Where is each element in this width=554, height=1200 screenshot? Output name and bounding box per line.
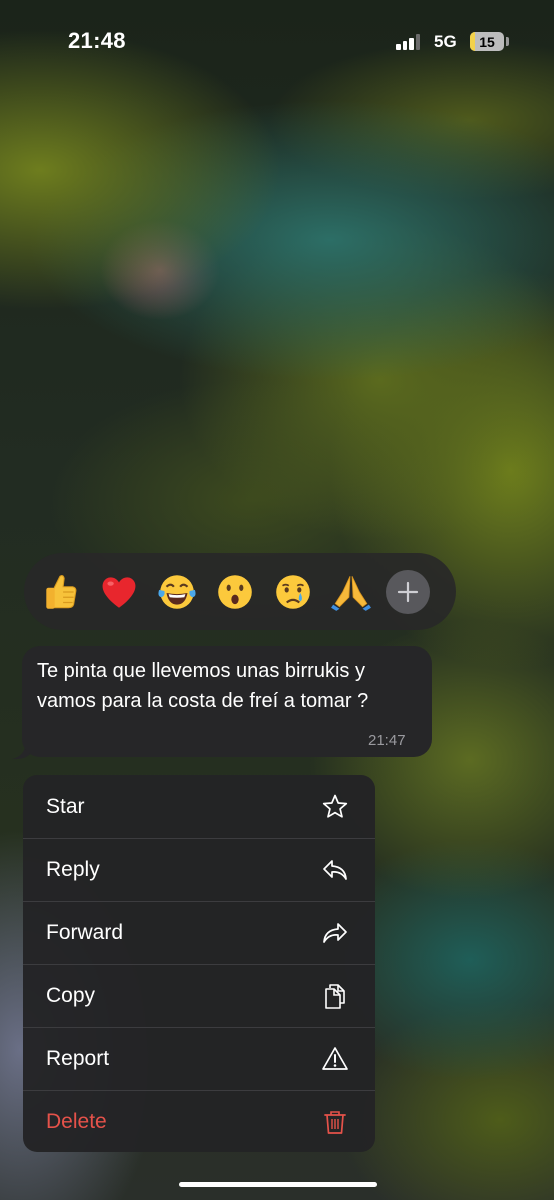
heart-icon (102, 576, 136, 608)
folded-hands-icon (331, 575, 371, 611)
status-bar: 21:48 5G 15 (0, 0, 554, 84)
menu-item-label: Reply (46, 858, 100, 881)
reply-icon (321, 856, 349, 884)
reaction-bar (24, 553, 456, 630)
star-icon (321, 793, 349, 821)
home-indicator[interactable] (179, 1182, 377, 1187)
plus-icon (397, 581, 419, 602)
warning-icon (321, 1045, 349, 1073)
battery-level: 15 (479, 33, 495, 50)
copy-icon (321, 982, 349, 1010)
menu-item-star[interactable]: Star (23, 775, 375, 838)
crying-face-icon (276, 574, 310, 609)
reaction-crying[interactable] (264, 571, 322, 613)
signal-icon (396, 34, 424, 50)
menu-item-label: Delete (46, 1110, 107, 1133)
menu-item-label: Forward (46, 921, 124, 944)
menu-item-copy[interactable]: Copy (23, 964, 375, 1027)
reaction-thumbs-up[interactable] (32, 571, 90, 613)
menu-item-delete[interactable]: Delete (23, 1090, 375, 1152)
battery-tip (506, 37, 509, 46)
context-menu: Star Reply Forward Copy Report Delete (23, 775, 375, 1152)
menu-item-forward[interactable]: Forward (23, 901, 375, 964)
battery-icon: 15 (470, 32, 504, 51)
reaction-surprised[interactable] (206, 571, 264, 613)
tears-of-joy-icon (158, 574, 196, 609)
message-text: Te pinta que llevemos unas birrukis y va… (37, 660, 369, 712)
more-reactions-button[interactable] (386, 569, 430, 614)
network-type: 5G (434, 32, 457, 51)
menu-item-label: Copy (46, 984, 96, 1007)
trash-icon (321, 1108, 349, 1136)
thumbs-up-icon (46, 574, 77, 609)
menu-item-label: Star (46, 794, 85, 818)
reaction-red-heart[interactable] (90, 571, 148, 613)
surprised-face-icon (218, 574, 252, 609)
menu-item-label: Report (46, 1047, 110, 1070)
reaction-folded-hands[interactable] (322, 571, 380, 613)
menu-item-reply[interactable]: Reply (23, 838, 375, 901)
reaction-tears-of-joy[interactable] (148, 571, 206, 613)
message-timestamp: 21:47 (368, 732, 406, 749)
forward-icon (321, 919, 349, 947)
status-time: 21:48 (68, 28, 126, 53)
menu-item-report[interactable]: Report (23, 1027, 375, 1090)
